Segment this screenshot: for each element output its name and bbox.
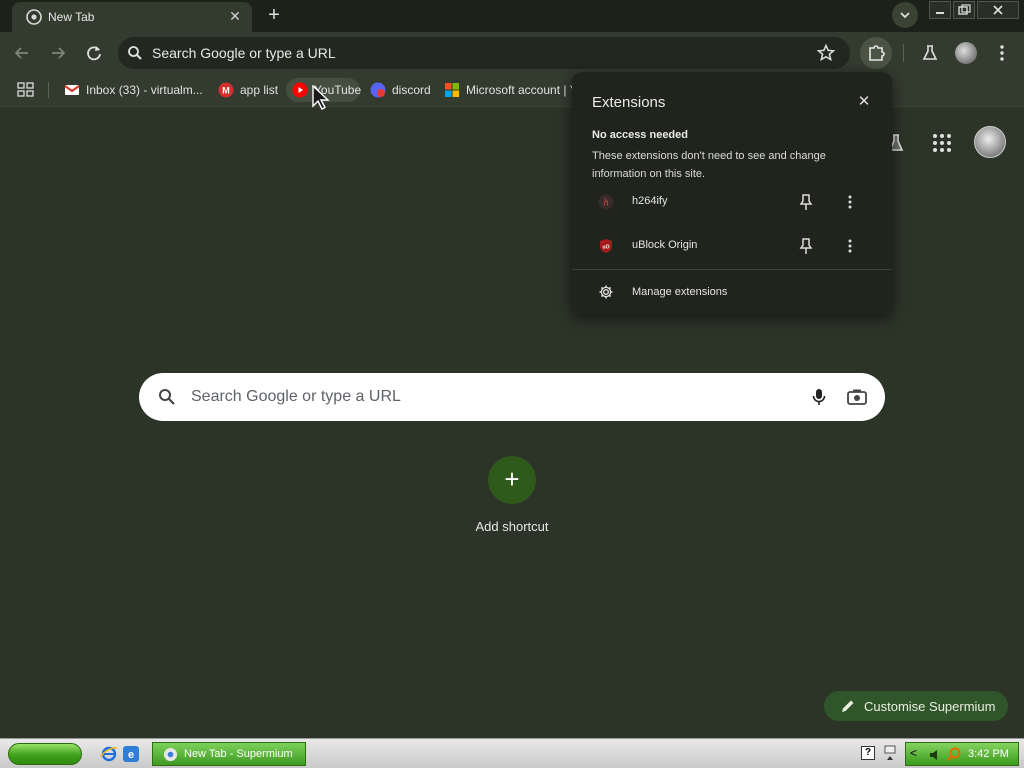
ntp-search-box[interactable]	[139, 373, 885, 421]
microphone-icon[interactable]	[809, 387, 829, 407]
extensions-popup-title: Extensions	[592, 94, 666, 111]
add-shortcut-button[interactable]: +	[488, 456, 536, 504]
extensions-button[interactable]	[860, 37, 892, 69]
youtube-icon	[292, 82, 308, 98]
bookmark-discord[interactable]: discord	[364, 78, 434, 102]
chevron-down-icon	[900, 12, 910, 19]
start-button[interactable]	[8, 743, 82, 765]
apps-grid-icon[interactable]	[16, 81, 36, 99]
gmail-icon	[64, 85, 80, 95]
omnibox[interactable]	[118, 37, 850, 69]
search-icon	[128, 46, 142, 60]
no-access-heading: No access needed	[592, 129, 688, 141]
extension-name: h264ify	[632, 195, 668, 207]
gear-icon	[599, 285, 613, 299]
camera-search-icon[interactable]	[846, 387, 868, 407]
bookmark-microsoft-account[interactable]: Microsoft account | Y...	[438, 78, 586, 102]
new-tab-button[interactable]: +	[262, 4, 286, 28]
help-icon[interactable]: ?	[861, 746, 875, 760]
taskbar: e New Tab - Supermium ? < 3:42 PM	[0, 738, 1024, 768]
more-vert-icon[interactable]	[992, 43, 1012, 63]
manage-extensions-label: Manage extensions	[632, 286, 728, 298]
minimize-icon	[936, 12, 944, 14]
restore-button[interactable]	[953, 1, 975, 19]
bookmark-inbox[interactable]: Inbox (33) - virtualm...	[58, 78, 206, 102]
svg-text:uO: uO	[603, 245, 610, 251]
tab-search-button[interactable]	[892, 2, 918, 28]
close-icon	[993, 5, 1003, 15]
tab-close-button[interactable]: ✕	[226, 7, 244, 25]
omnibox-input[interactable]	[152, 37, 792, 69]
chrome-icon	[26, 9, 42, 25]
tab-strip: New Tab ✕ +	[0, 0, 1024, 32]
internet-explorer-icon[interactable]	[100, 745, 118, 763]
toolbar-separator	[903, 44, 904, 62]
svg-text:M: M	[222, 86, 230, 96]
close-window-button[interactable]	[977, 1, 1019, 19]
m-icon: M	[218, 82, 234, 98]
no-access-description: These extensions don't need to see and c…	[592, 150, 826, 180]
bookmarks-separator	[48, 82, 49, 98]
manage-extensions-button[interactable]: Manage extensions	[572, 277, 892, 307]
forward-icon[interactable]	[47, 42, 69, 64]
svg-text:e: e	[128, 749, 134, 761]
restore-icon	[958, 4, 971, 15]
ublock-origin-icon: uO	[600, 239, 612, 253]
taskbar-item-supermium[interactable]: New Tab - Supermium	[152, 742, 306, 766]
toolbar	[0, 32, 1024, 74]
more-vert-icon[interactable]	[842, 237, 858, 255]
pin-icon[interactable]	[798, 237, 814, 255]
extension-name: uBlock Origin	[632, 239, 698, 251]
chrome-icon	[163, 747, 178, 762]
extension-row-h264ify[interactable]: h h264ify	[572, 182, 892, 222]
discord-icon	[370, 82, 386, 98]
minimize-button[interactable]	[929, 1, 951, 19]
network-icon[interactable]	[883, 744, 897, 764]
search-icon	[159, 389, 175, 405]
extensions-popup: Extensions ✕ No access needed These exte…	[572, 72, 892, 314]
extension-row-ublock-origin[interactable]: uO uBlock Origin	[572, 226, 892, 266]
customise-button[interactable]: Customise Supermium	[824, 691, 1008, 721]
reload-icon[interactable]	[83, 42, 105, 64]
search-tray-icon[interactable]	[946, 746, 962, 762]
profile-avatar[interactable]	[955, 42, 977, 64]
ntp-search-input[interactable]	[191, 373, 791, 421]
bookmark-app-list[interactable]: M app list	[212, 78, 282, 102]
system-tray: < 3:42 PM	[905, 742, 1019, 766]
tab-new-tab[interactable]: New Tab ✕	[12, 2, 252, 32]
tab-title: New Tab	[48, 10, 95, 24]
extensions-close-button[interactable]: ✕	[856, 94, 872, 110]
microsoft-icon	[445, 83, 459, 97]
pin-icon[interactable]	[798, 193, 814, 211]
more-vert-icon[interactable]	[842, 193, 858, 211]
back-icon[interactable]	[11, 42, 33, 64]
tray-expand-icon[interactable]: <	[910, 746, 922, 762]
extensions-divider	[572, 269, 892, 270]
customise-label: Customise Supermium	[864, 699, 996, 714]
mouse-cursor-icon	[312, 85, 330, 110]
pencil-icon	[842, 700, 854, 712]
puzzle-icon	[869, 45, 885, 61]
volume-icon[interactable]	[928, 747, 942, 763]
ntp-account-avatar[interactable]	[974, 126, 1006, 158]
clock: 3:42 PM	[968, 748, 1009, 760]
add-shortcut-label[interactable]: Add shortcut	[452, 519, 572, 534]
h264ify-icon: h	[598, 194, 614, 210]
svg-text:h: h	[604, 198, 609, 209]
bookmark-star-icon[interactable]	[816, 43, 836, 63]
labs-flask-icon[interactable]	[920, 43, 940, 63]
google-apps-icon[interactable]	[931, 132, 953, 154]
quick-launch-icon[interactable]: e	[122, 745, 140, 763]
